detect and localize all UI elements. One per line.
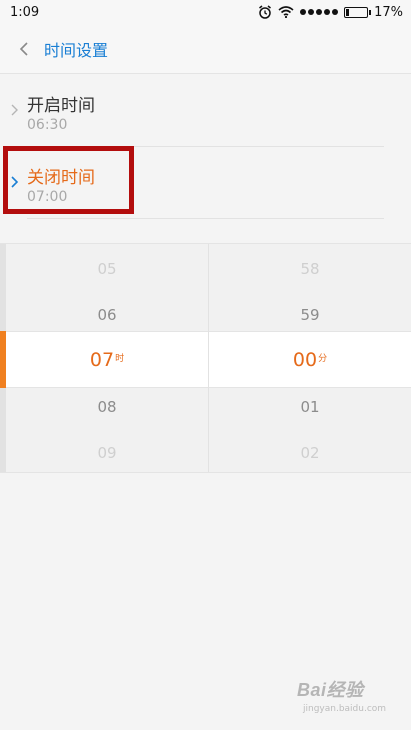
header-bar: 时间设置 — [0, 24, 411, 74]
baidu-watermark: Bai经验 jingyan.baidu.com — [297, 674, 397, 718]
minute-selected[interactable]: 00分 — [209, 349, 411, 371]
minute-selected-value: 00 — [292, 349, 318, 371]
hour-near-above[interactable]: 06 — [6, 306, 208, 324]
open-time-label: 开启时间 — [27, 96, 95, 116]
time-picker[interactable]: 05 06 08 09 58 59 01 02 07时 00分 — [0, 243, 411, 473]
open-time-value: 06:30 — [27, 117, 68, 133]
signal-icon — [300, 9, 339, 15]
minute-near-above[interactable]: 59 — [209, 306, 411, 324]
watermark-logo: Bai经验 — [297, 680, 364, 700]
alarm-icon — [259, 5, 272, 19]
status-bar: 1:09 17% — [0, 0, 411, 24]
watermark-url: jingyan.baidu.com — [303, 704, 387, 714]
minute-far-above[interactable]: 58 — [209, 260, 411, 278]
hour-unit: 时 — [115, 354, 125, 364]
divider — [27, 218, 384, 219]
annotation-highlight-box — [3, 146, 134, 214]
list-item-open-time[interactable]: 开启时间 06:30 — [0, 75, 411, 147]
chevron-right-icon — [11, 104, 18, 116]
minute-far-below[interactable]: 02 — [209, 444, 411, 462]
status-icons: 17% — [258, 5, 403, 20]
hour-far-below[interactable]: 09 — [6, 444, 208, 462]
battery-percent: 17% — [374, 4, 403, 20]
hour-selected-value: 07 — [89, 349, 115, 371]
hour-far-above[interactable]: 05 — [6, 260, 208, 278]
chevron-left-icon — [19, 41, 28, 56]
wifi-icon — [278, 6, 294, 18]
page-title: 时间设置 — [44, 40, 109, 60]
status-time: 1:09 — [10, 4, 40, 20]
hour-near-below[interactable]: 08 — [6, 398, 208, 416]
hour-selected[interactable]: 07时 — [6, 349, 208, 371]
minute-near-below[interactable]: 01 — [209, 398, 411, 416]
back-button[interactable] — [2, 24, 46, 74]
battery-icon — [344, 6, 372, 18]
minute-unit: 分 — [318, 354, 328, 364]
